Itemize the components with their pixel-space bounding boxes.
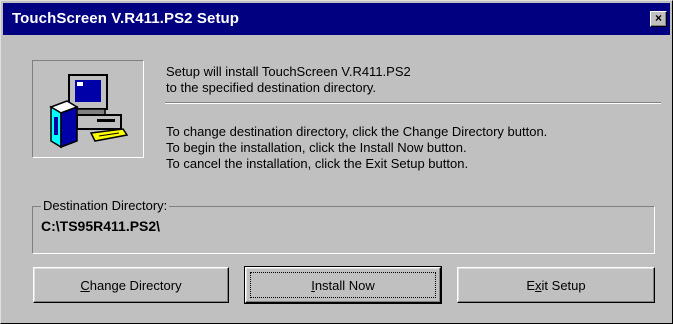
setup-dialog: TouchScreen V.R411.PS2 Setup × Setup wil… [0,0,673,324]
window-title: TouchScreen V.R411.PS2 Setup [12,10,240,27]
install-now-label: Install Now [311,277,375,293]
instructions-text: To change destination directory, click t… [166,124,547,172]
destination-directory-group: Destination Directory: C:\TS95R411.PS2\ [32,198,655,254]
instruction-line-1: To change destination directory, click t… [166,124,548,139]
change-directory-button[interactable]: Change Directory [33,267,229,303]
change-directory-label: Change Directory [80,277,182,293]
intro-text: Setup will install TouchScreen V.R411.PS… [166,64,411,96]
close-icon: × [654,11,662,25]
intro-line-1: Setup will install TouchScreen V.R411.PS… [166,64,411,79]
divider [165,102,661,104]
destination-directory-path: C:\TS95R411.PS2\ [41,218,161,234]
title-bar[interactable]: TouchScreen V.R411.PS2 Setup × [3,3,670,35]
install-now-button[interactable]: Install Now [244,266,442,304]
instruction-line-2: To begin the installation, click the Ins… [166,140,467,155]
setup-icon-frame [32,60,144,158]
exit-setup-label: Exit Setup [526,277,586,293]
destination-directory-label: Destination Directory: [41,198,170,213]
exit-setup-button[interactable]: Exit Setup [457,267,655,303]
close-button[interactable]: × [650,11,667,27]
computer-setup-icon [49,74,129,149]
instruction-line-3: To cancel the installation, click the Ex… [166,156,469,171]
intro-line-2: to the specified destination directory. [166,80,377,95]
